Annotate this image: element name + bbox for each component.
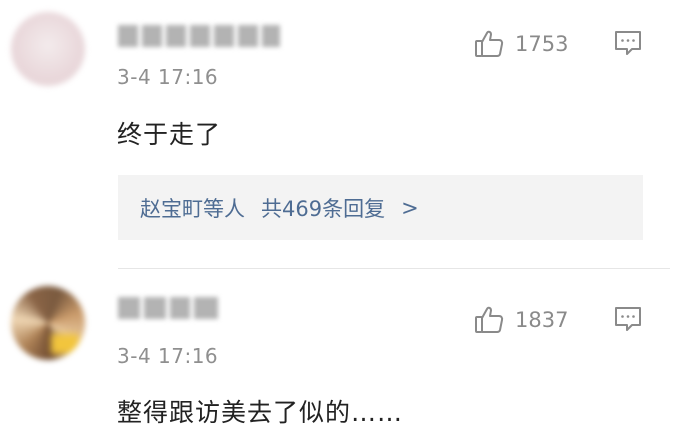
- comment-time: 3-4 17:16: [117, 65, 219, 89]
- comment-time: 3-4 17:16: [117, 344, 219, 368]
- like-count: 1753: [515, 32, 569, 56]
- replies-summary[interactable]: 赵宝町等人 共469条回复 >: [118, 175, 643, 240]
- like-button[interactable]: 1753: [473, 28, 568, 60]
- thumbs-up-icon: [475, 306, 504, 333]
- like-count: 1837: [515, 308, 569, 332]
- thumbs-up-icon: [475, 30, 504, 57]
- comment-item: 3-4 17:16 1753 终于走了 赵宝町等人 共469条回复 >: [0, 0, 686, 270]
- comment-item: 3-4 17:16 1837 整得跟访美去了似的……: [0, 270, 686, 427]
- avatar[interactable]: [11, 286, 85, 360]
- divider: [118, 268, 670, 269]
- username-blurred[interactable]: [118, 25, 280, 47]
- like-button[interactable]: 1837: [473, 304, 568, 336]
- comment-bubble-icon[interactable]: [613, 305, 643, 333]
- comment-text: 整得跟访美去了似的……: [117, 398, 404, 427]
- avatar[interactable]: [11, 12, 85, 86]
- username-blurred[interactable]: [118, 297, 218, 319]
- reply-users: 赵宝町等人: [140, 196, 245, 221]
- chevron-right-icon: >: [401, 195, 419, 220]
- reply-count: 共469条回复: [261, 196, 386, 221]
- comment-bubble-icon[interactable]: [613, 29, 643, 57]
- comment-text: 终于走了: [117, 120, 222, 149]
